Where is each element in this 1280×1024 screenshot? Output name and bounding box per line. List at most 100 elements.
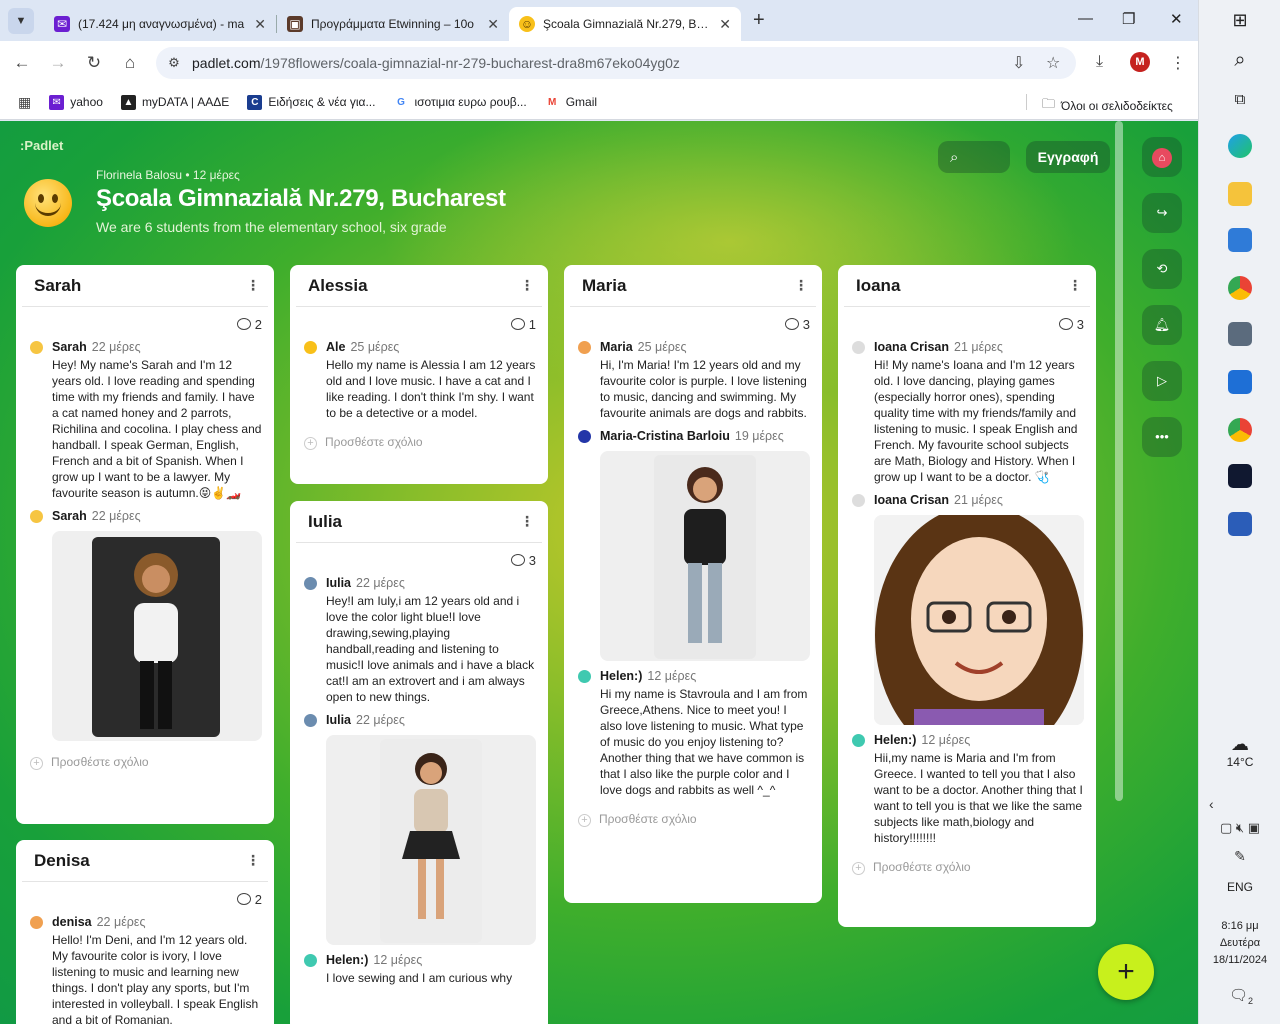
restore-icon[interactable]: ❐: [1122, 10, 1135, 28]
post-text: Hi my name is Stavroula and I am from Gr…: [600, 687, 808, 797]
address-bar[interactable]: ⚙ padlet.com/1978flowers/coala-gimnazial…: [156, 47, 1076, 79]
post-image[interactable]: [874, 515, 1084, 725]
tab-yahoo-mail[interactable]: ✉ (17.424 μη αναγνωσμένα) - ma ✕: [44, 7, 276, 41]
column-menu-icon[interactable]: ⋮: [520, 277, 534, 294]
board-description: We are 6 students from the elementary sc…: [96, 219, 447, 235]
bookmark-star-icon[interactable]: ☆: [1046, 53, 1060, 73]
board-scrollbar[interactable]: [1115, 121, 1123, 801]
close-tab-icon[interactable]: ✕: [719, 16, 731, 33]
close-tab-icon[interactable]: ✕: [487, 16, 499, 33]
mail-icon[interactable]: [1228, 370, 1252, 394]
remake-button[interactable]: ⌂: [1142, 137, 1182, 177]
profile-avatar[interactable]: M: [1130, 52, 1150, 72]
signup-button[interactable]: Εγγραφή: [1026, 141, 1110, 173]
chrome-icon[interactable]: [1228, 276, 1252, 300]
back-icon[interactable]: ←: [4, 53, 40, 73]
column-menu-icon[interactable]: ⋮: [794, 277, 808, 294]
weather-widget[interactable]: ☁ 14°C: [1199, 734, 1280, 769]
bookmark-exchange-rate[interactable]: Gισοτιμια ευρω ρουβ...: [393, 94, 527, 110]
tray-chevron-icon[interactable]: ‹: [1199, 796, 1280, 812]
word-icon[interactable]: [1228, 512, 1252, 536]
share-icon: ↪: [1156, 205, 1168, 220]
comment-count[interactable]: 3: [838, 307, 1096, 332]
slideshow-button[interactable]: ▷: [1142, 361, 1182, 401]
tab-etwinning[interactable]: ▣ Προγράμματα Etwinning – 10o ✕: [277, 7, 509, 41]
post-entry: Helen:) 12 μέρες Hii,my name is Maria and…: [838, 725, 1096, 846]
column-menu-icon[interactable]: ⋮: [246, 277, 260, 294]
post-entry: Maria-Cristina Barloiu 19 μέρες: [564, 421, 822, 661]
tray-icons[interactable]: ▢ 🔇︎ ▣: [1199, 820, 1280, 836]
clock[interactable]: 8:16 μμ Δευτέρα 18/11/2024: [1199, 918, 1280, 969]
add-comment-button[interactable]: + Προσθέστε σχόλιο: [838, 846, 1096, 875]
install-app-icon[interactable]: ⇩: [1012, 53, 1025, 73]
tab-search-button[interactable]: ▼: [8, 7, 34, 34]
calculator-icon[interactable]: [1228, 322, 1252, 346]
file-explorer-icon[interactable]: [1228, 182, 1252, 206]
comment-count[interactable]: 2: [16, 882, 274, 907]
share-button[interactable]: ↪: [1142, 193, 1182, 233]
remix-button[interactable]: ⟲: [1142, 249, 1182, 289]
more-button[interactable]: •••: [1142, 417, 1182, 457]
bookmarks-divider: [1026, 94, 1027, 110]
task-view-icon[interactable]: ⧉: [1228, 88, 1252, 112]
language-indicator[interactable]: ENG: [1199, 880, 1280, 894]
comment-icon: [784, 318, 799, 330]
edge-icon[interactable]: [1228, 134, 1252, 158]
add-comment-button[interactable]: + Προσθέστε σχόλιο: [16, 741, 274, 770]
comment-count[interactable]: 3: [564, 307, 822, 332]
comment-count[interactable]: 3: [290, 543, 548, 568]
comment-count[interactable]: 1: [290, 307, 548, 332]
notification-center-icon[interactable]: 🗨︎2: [1229, 986, 1253, 1006]
forward-icon[interactable]: →: [40, 53, 76, 73]
yahoo-icon: ✉: [49, 94, 65, 110]
post-image[interactable]: [326, 735, 536, 945]
menu-dots-icon[interactable]: ⋮: [1170, 53, 1186, 73]
post-entry: Maria 25 μέρες Hi, I'm Maria! I'm 12 year…: [564, 332, 822, 421]
avatar: [852, 340, 865, 354]
add-comment-button[interactable]: + Προσθέστε σχόλιο: [290, 421, 548, 450]
new-tab-button[interactable]: +: [753, 9, 765, 32]
column-menu-icon[interactable]: ⋮: [246, 852, 260, 869]
column-title: Maria: [582, 275, 627, 295]
notifications-button[interactable]: 🔔︎: [1142, 305, 1182, 345]
column-menu-icon[interactable]: ⋮: [520, 513, 534, 530]
tab-padlet[interactable]: ☺ Şcoala Gimnazială Nr.279, Buch ✕: [509, 7, 741, 41]
avatar: [30, 340, 43, 354]
reload-icon[interactable]: ↻: [76, 53, 112, 73]
post-image[interactable]: [52, 531, 262, 741]
meta-app-icon[interactable]: [1228, 464, 1252, 488]
post-entry: Iulia 22 μέρες: [290, 705, 548, 945]
add-post-button[interactable]: +: [1098, 944, 1154, 1000]
post-entry: Sarah 22 μέρες: [16, 501, 274, 741]
chrome-profile-icon[interactable]: [1228, 418, 1252, 442]
avatar-illustration: [874, 515, 1084, 725]
site-settings-icon[interactable]: ⚙: [156, 55, 192, 71]
minimize-icon[interactable]: —: [1078, 10, 1093, 27]
bookmark-news[interactable]: C Ειδήσεις & νέα για...: [247, 94, 375, 110]
bookmark-mydata[interactable]: ▲ myDATA | ΑΑΔΕ: [120, 94, 229, 110]
post-image[interactable]: [600, 451, 810, 661]
folder-icon: 🗀: [1042, 96, 1056, 111]
post-text: Hey! My name's Sarah and I'm 12 years ol…: [52, 358, 262, 500]
download-icon[interactable]: ⤓: [1096, 53, 1103, 71]
computer-icon[interactable]: [1228, 228, 1252, 252]
windows-start-icon[interactable]: ⊞: [1228, 8, 1252, 32]
column-menu-icon[interactable]: ⋮: [1068, 277, 1082, 294]
avatar: [578, 429, 591, 443]
comment-icon: [510, 318, 525, 330]
weather-cloud-icon: ☁: [1231, 734, 1249, 754]
pen-icon[interactable]: ✎: [1199, 848, 1280, 865]
all-bookmarks-folder[interactable]: 🗀 Όλοι οι σελιδοδείκτες: [1042, 95, 1173, 117]
board-search-button[interactable]: ⌕: [938, 141, 1010, 173]
comment-count[interactable]: 2: [16, 307, 274, 332]
padlet-logo[interactable]: :Padlet: [20, 138, 63, 153]
add-comment-button[interactable]: + Προσθέστε σχόλιο: [564, 798, 822, 827]
home-icon[interactable]: ⌂: [112, 53, 148, 73]
url-host: padlet.com: [192, 55, 261, 71]
search-icon[interactable]: ⌕: [1228, 48, 1252, 72]
bookmark-yahoo[interactable]: ✉ yahoo: [49, 94, 103, 110]
apps-grid-icon[interactable]: ▦: [18, 94, 31, 111]
bookmark-gmail[interactable]: M Gmail: [544, 94, 597, 110]
close-tab-icon[interactable]: ✕: [254, 16, 266, 33]
close-window-icon[interactable]: ✕: [1170, 10, 1183, 28]
